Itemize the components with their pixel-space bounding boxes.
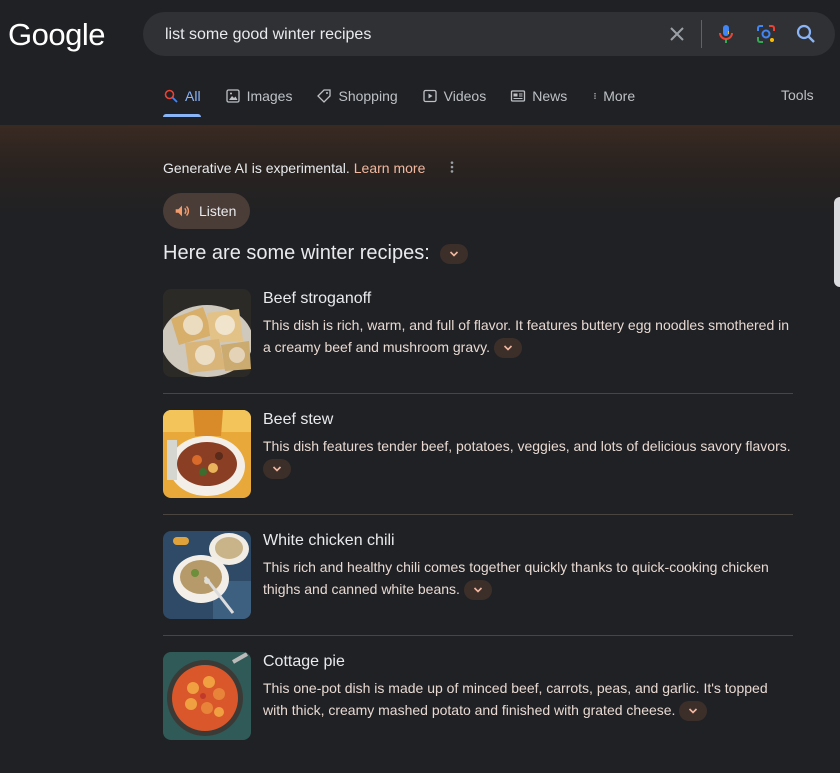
recipe-title[interactable]: Beef stew xyxy=(263,411,333,429)
expand-recipe-button[interactable] xyxy=(463,580,492,601)
divider xyxy=(163,635,793,636)
recipe-image[interactable] xyxy=(163,531,251,619)
ai-overview-panel: Generative AI is experimental. Learn mor… xyxy=(0,125,840,755)
tab-images[interactable]: Images xyxy=(225,87,293,115)
listen-label: Listen xyxy=(199,203,237,219)
recipe-image[interactable] xyxy=(163,410,251,498)
chevron-down-icon xyxy=(689,708,698,714)
tab-label: Shopping xyxy=(338,88,398,104)
expand-recipe-button[interactable] xyxy=(679,701,708,722)
ai-heading: Here are some winter recipes: xyxy=(163,242,468,265)
tag-icon xyxy=(317,89,332,103)
recipe-description-text: This dish is rich, warm, and full of fla… xyxy=(263,317,790,355)
search-tabs: All Images Shopping Videos News More xyxy=(163,87,659,119)
lens-camera-icon[interactable] xyxy=(754,22,778,46)
recipe-description: This rich and healthy chili comes togeth… xyxy=(263,556,793,601)
expand-heading-button[interactable] xyxy=(439,243,468,264)
recipe-image[interactable] xyxy=(163,652,251,740)
tab-videos[interactable]: Videos xyxy=(422,87,487,115)
recipe-description-text: This rich and healthy chili comes togeth… xyxy=(263,559,769,597)
recipe-description: This dish is rich, warm, and full of fla… xyxy=(263,314,793,359)
tab-label: All xyxy=(185,88,201,104)
speaker-icon xyxy=(175,205,190,217)
side-panel-edge[interactable] xyxy=(834,197,840,287)
google-logo[interactable]: Google xyxy=(8,17,105,53)
ai-notice: Generative AI is experimental. Learn mor… xyxy=(163,160,459,176)
listen-button[interactable]: Listen xyxy=(163,193,251,229)
expand-recipe-button[interactable] xyxy=(493,338,522,359)
tab-label: Videos xyxy=(443,88,487,104)
play-icon xyxy=(423,89,437,103)
more-options-icon[interactable] xyxy=(445,160,459,176)
divider xyxy=(163,393,793,394)
recipe-item[interactable]: Beef stew This dish features tender beef… xyxy=(163,410,793,531)
recipe-item[interactable]: White chicken chili This rich and health… xyxy=(163,531,793,652)
tools-button[interactable]: Tools xyxy=(781,87,814,103)
chevron-down-icon xyxy=(449,250,458,257)
recipe-description-text: This dish features tender beef, potatoes… xyxy=(263,438,791,454)
divider xyxy=(163,514,793,515)
microphone-icon[interactable] xyxy=(714,22,738,46)
search-icon[interactable] xyxy=(794,22,818,46)
more-vert-icon xyxy=(594,93,596,99)
recipe-image[interactable] xyxy=(163,289,251,377)
chevron-down-icon xyxy=(503,345,512,351)
chevron-down-icon xyxy=(473,587,482,593)
recipe-description: This one-pot dish is made up of minced b… xyxy=(263,677,793,722)
recipe-title[interactable]: Beef stroganoff xyxy=(263,290,371,308)
tab-more[interactable]: More xyxy=(591,87,635,115)
tab-label: More xyxy=(603,88,636,104)
tab-news[interactable]: News xyxy=(510,87,567,115)
expand-recipe-button[interactable] xyxy=(263,459,291,480)
newspaper-icon xyxy=(511,90,526,102)
ai-notice-text: Generative AI is experimental. xyxy=(163,160,350,176)
learn-more-link[interactable]: Learn more xyxy=(354,160,426,176)
search-divider xyxy=(701,20,702,48)
search-icon xyxy=(164,89,178,103)
tab-label: Images xyxy=(246,88,293,104)
tab-all[interactable]: All xyxy=(163,87,201,117)
recipe-title[interactable]: White chicken chili xyxy=(263,532,395,550)
recipe-title[interactable]: Cottage pie xyxy=(263,653,345,671)
search-box[interactable] xyxy=(143,12,835,58)
ai-heading-text: Here are some winter recipes: xyxy=(163,242,430,264)
image-icon xyxy=(225,89,240,103)
tab-label: News xyxy=(532,88,568,104)
clear-icon[interactable] xyxy=(665,22,689,46)
chevron-down-icon xyxy=(272,466,282,472)
recipe-item[interactable]: Beef stroganoff This dish is rich, warm,… xyxy=(163,289,793,410)
tab-shopping[interactable]: Shopping xyxy=(316,87,398,115)
search-input[interactable] xyxy=(163,12,647,58)
recipe-description: This dish features tender beef, potatoes… xyxy=(263,435,793,480)
